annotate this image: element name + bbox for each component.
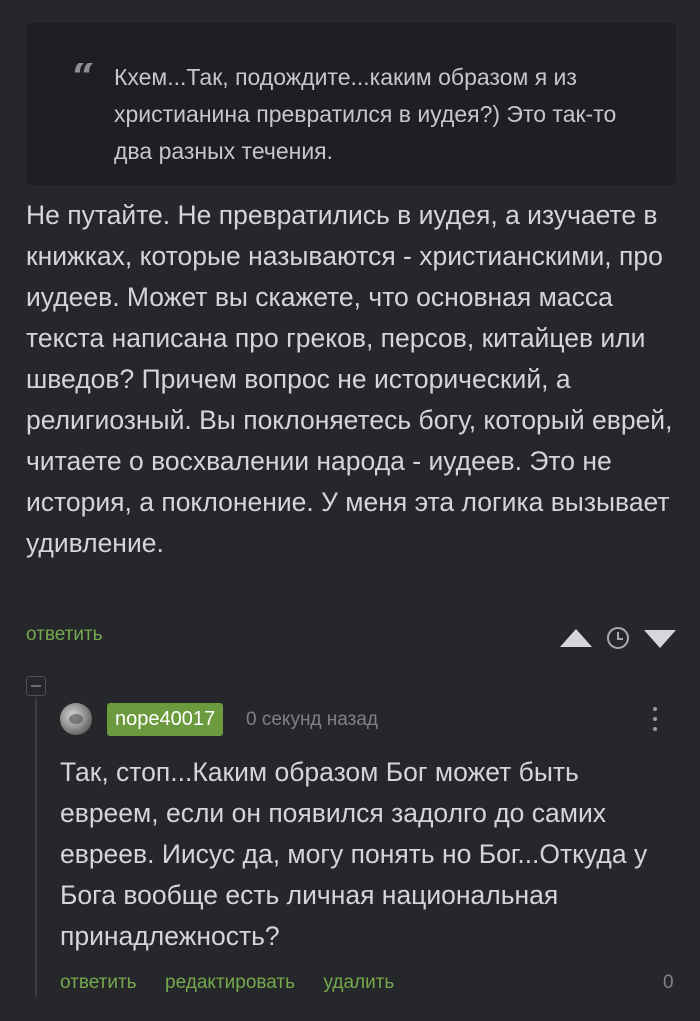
- comment-timestamp: 0 секунд назад: [246, 709, 379, 730]
- comment-actions: ответить редактировать удалить: [60, 972, 418, 994]
- quote-icon: “: [72, 63, 96, 91]
- collapse-thread-button[interactable]: [26, 676, 46, 696]
- comment-thread: “ Кхем...Так, подождите...каким образом …: [0, 0, 700, 1021]
- avatar[interactable]: [60, 703, 92, 735]
- username-badge[interactable]: nope40017: [107, 703, 224, 736]
- rating-controls: [558, 622, 678, 652]
- delete-button[interactable]: удалить: [323, 972, 394, 993]
- reply-button[interactable]: ответить: [60, 972, 137, 993]
- downvote-icon[interactable]: [644, 630, 676, 648]
- comment-score: 0: [663, 972, 674, 993]
- comment-body: Не путайте. Не превратились в иудея, а и…: [26, 200, 673, 558]
- reply-comment-body: Так, стоп...Каким образом Бог может быть…: [60, 757, 648, 951]
- clock-icon[interactable]: [607, 627, 629, 649]
- quote-text: Кхем...Так, подождите...каким образом я …: [114, 64, 617, 164]
- upvote-icon[interactable]: [560, 629, 592, 647]
- more-menu-icon[interactable]: [645, 703, 665, 735]
- thread-line[interactable]: [35, 697, 37, 997]
- quote-block: “ Кхем...Так, подождите...каким образом …: [26, 23, 676, 185]
- edit-button[interactable]: редактировать: [165, 972, 295, 993]
- reply-button[interactable]: ответить: [26, 624, 103, 646]
